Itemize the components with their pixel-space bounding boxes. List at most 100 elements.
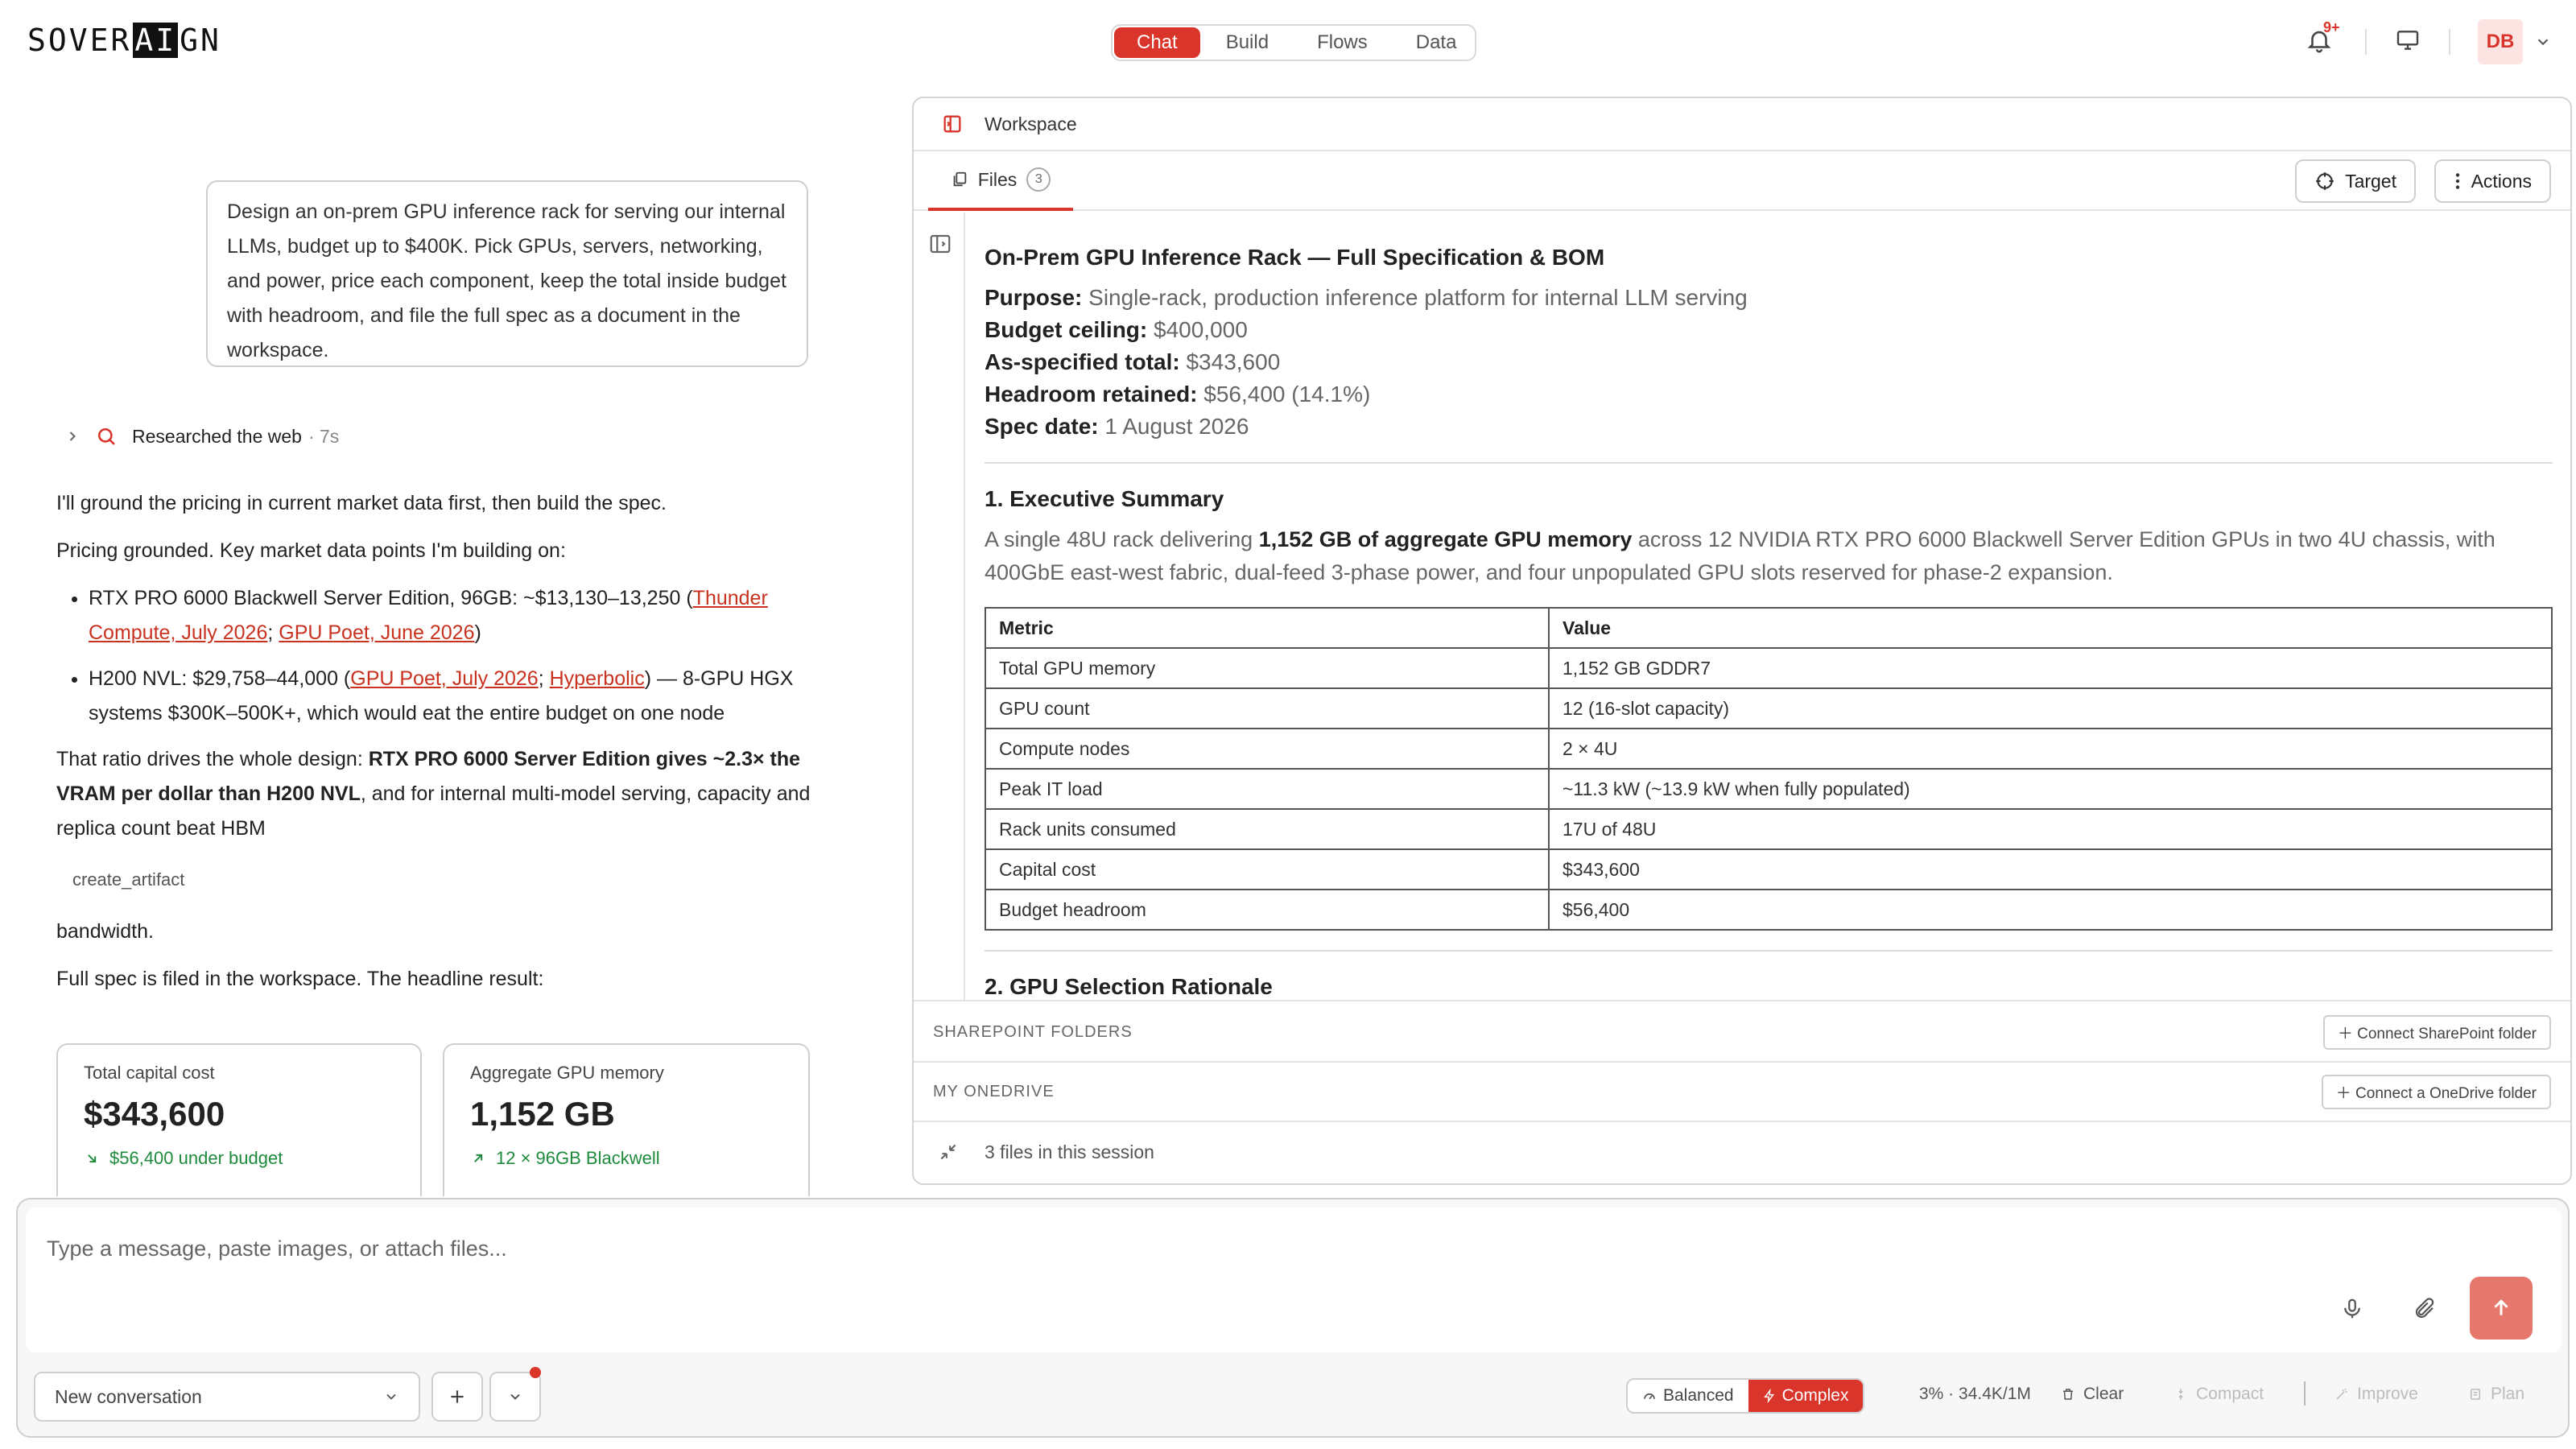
monitor-icon [2396, 30, 2419, 50]
display-button[interactable] [2394, 27, 2421, 57]
text-span: A single 48U rack delivering [985, 527, 1259, 551]
spec-document: On-Prem GPU Inference Rack — Full Specif… [985, 245, 2553, 1000]
list-separator: ; [538, 667, 550, 690]
user-menu[interactable]: DB [2478, 19, 2552, 64]
mode-label: Balanced [1663, 1386, 1734, 1405]
table-cell: ~11.3 kW (~13.9 kW when fully populated) [1548, 768, 2553, 810]
document-meta: Purpose: Single-rack, production inferen… [985, 282, 2553, 443]
section-divider [985, 950, 2553, 952]
compact-button[interactable]: Compact [2174, 1385, 2264, 1404]
notifications-button[interactable]: 9+ [2306, 19, 2340, 58]
sharepoint-row: SHAREPOINT FOLDERS ＋ Connect SharePoint … [914, 1003, 2570, 1063]
meta-value: Single-rack, production inference platfo… [1088, 285, 1748, 310]
tab-files[interactable]: Files 3 [928, 151, 1073, 211]
plan-button[interactable]: Plan [2468, 1385, 2524, 1404]
files-count: 3 [1026, 167, 1051, 192]
reasoning-mode-toggle: Balanced Complex [1626, 1378, 1865, 1414]
source-link[interactable]: Hyperbolic [550, 667, 645, 690]
header-actions: 9+ DB [2306, 19, 2552, 64]
text-span: That ratio drives the whole design: [56, 748, 369, 770]
storage-sources: SHAREPOINT FOLDERS ＋ Connect SharePoint … [914, 1003, 2570, 1182]
connect-onedrive-button[interactable]: ＋ Connect a OneDrive folder [2321, 1074, 2551, 1109]
actions-button[interactable]: Actions [2434, 159, 2551, 203]
tool-call-chip[interactable]: create_artifact [56, 859, 200, 900]
stat-delta-text: $56,400 under budget [109, 1148, 283, 1168]
attach-button[interactable] [2407, 1291, 2442, 1327]
table-cell: GPU count [985, 687, 1550, 729]
onedrive-label: MY ONEDRIVE [933, 1082, 1055, 1100]
logo-text-highlight: AI [133, 23, 179, 58]
connect-sharepoint-button[interactable]: ＋ Connect SharePoint folder [2322, 1014, 2551, 1050]
source-link[interactable]: GPU Poet, July 2026 [350, 667, 538, 690]
workspace-footer: 3 files in this session [914, 1122, 2570, 1182]
improve-button[interactable]: Improve [2334, 1385, 2418, 1404]
avatar: DB [2478, 19, 2523, 64]
mode-complex[interactable]: Complex [1748, 1380, 1864, 1412]
lightning-icon [1763, 1389, 1774, 1403]
meta-value: $400,000 [1154, 317, 1248, 342]
app-logo[interactable]: SOVER AI GN [27, 23, 221, 58]
conversation-select[interactable]: New conversation [34, 1372, 420, 1422]
button-label: Connect SharePoint folder [2357, 1025, 2537, 1042]
trash-icon [2063, 1389, 2073, 1400]
new-conversation-button[interactable] [431, 1372, 483, 1422]
indicator-dot [530, 1367, 541, 1378]
table-header-row: Metric Value [985, 607, 2553, 649]
nav-build[interactable]: Build [1203, 27, 1291, 58]
meta-row: Budget ceiling: $400,000 [985, 314, 2553, 346]
stat-card-cost: Total capital cost $343,600 $56,400 unde… [56, 1043, 422, 1196]
voice-button[interactable] [2334, 1291, 2370, 1327]
table-row: Peak IT load ~11.3 kW (~13.9 kW when full… [985, 768, 2553, 810]
document-title: On-Prem GPU Inference Rack — Full Specif… [985, 245, 1605, 270]
more-options-button[interactable] [489, 1372, 541, 1422]
sidebar-toggle-icon[interactable] [928, 232, 952, 256]
panel-icon[interactable] [941, 113, 964, 135]
clear-button[interactable]: Clear [2061, 1385, 2124, 1404]
research-step[interactable]: Researched the web · 7s [64, 425, 339, 448]
table-cell: 1,152 GB GDDR7 [1548, 647, 2553, 689]
summary-paragraph: A single 48U rack delivering 1,152 GB of… [985, 523, 2553, 589]
collapse-icon[interactable] [938, 1141, 959, 1162]
table-cell: Rack units consumed [985, 808, 1550, 850]
nav-chat[interactable]: Chat [1114, 27, 1200, 58]
target-button[interactable]: Target [2295, 159, 2416, 203]
compact-icon [2178, 1389, 2183, 1400]
message-input[interactable] [26, 1208, 2562, 1352]
research-time: · 7s [308, 425, 340, 447]
header-divider [2449, 29, 2450, 55]
meta-row: Spec date: 1 August 2026 [985, 411, 2553, 443]
chevron-down-icon [510, 1393, 520, 1400]
table-row: Rack units consumed 17U of 48U [985, 808, 2553, 850]
nav-data[interactable]: Data [1393, 27, 1480, 58]
source-link[interactable]: GPU Poet, June 2026 [279, 621, 474, 644]
nav-flows[interactable]: Flows [1294, 27, 1390, 58]
button-label: Compact [2196, 1385, 2264, 1403]
send-button[interactable] [2470, 1277, 2533, 1340]
document-rail [914, 213, 965, 1000]
target-icon [2316, 172, 2334, 190]
button-label: Plan [2491, 1385, 2525, 1403]
summary-table: Metric Value Total GPU memory 1,152 GB GDD… [985, 607, 2553, 931]
meta-row: Purpose: Single-rack, production inferen… [985, 282, 2553, 314]
microphone-icon [2344, 1298, 2360, 1319]
button-label: Improve [2357, 1385, 2418, 1403]
table-row: Total GPU memory 1,152 GB GDDR7 [985, 647, 2553, 689]
magic-wand-icon [2336, 1388, 2347, 1400]
stat-delta: 12 × 96GB Blackwell [470, 1148, 782, 1169]
main-nav: Chat Build Flows Data [1111, 24, 1476, 61]
button-label: Clear [2083, 1385, 2124, 1403]
stat-title: Aggregate GPU memory [470, 1063, 664, 1083]
workspace-title: Workspace [985, 113, 1077, 134]
list-item: H200 NVL: $29,758–44,000 (GPU Poet, July… [89, 662, 813, 731]
list-item-text: ) [474, 621, 481, 644]
logo-text-end: GN [180, 23, 221, 58]
plus-icon [451, 1390, 464, 1403]
list-separator: ; [267, 621, 279, 644]
header-divider [2365, 29, 2367, 55]
mode-balanced[interactable]: Balanced [1628, 1380, 1748, 1412]
table-header: Value [1548, 607, 2553, 649]
button-label: Connect a OneDrive folder [2355, 1084, 2537, 1102]
research-label: Researched the web [132, 425, 302, 447]
context-usage: 3% · 34.4K/1M [1919, 1385, 2031, 1403]
meta-key: Spec date: [985, 414, 1099, 439]
